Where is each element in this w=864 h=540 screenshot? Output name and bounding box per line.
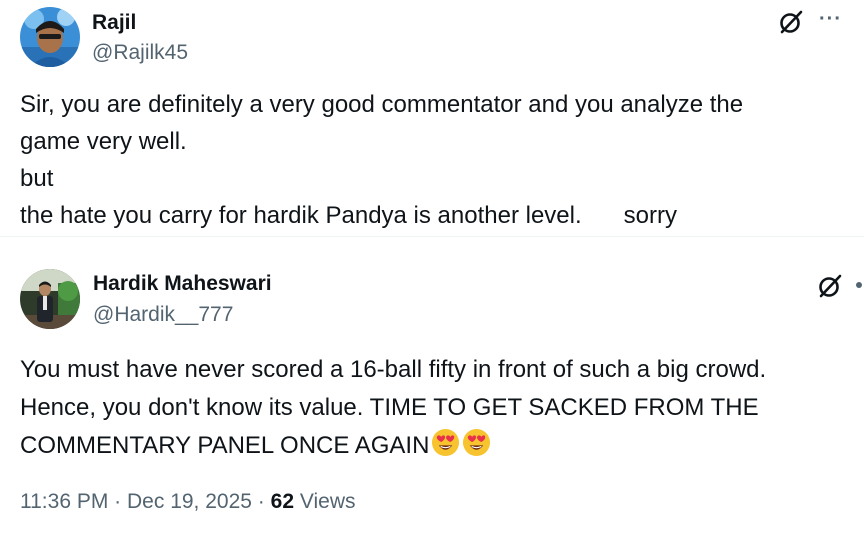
user-handle[interactable]: @Rajilk45 [92, 41, 188, 65]
views-count[interactable]: 62 [271, 490, 294, 513]
avatar-rajil-image [20, 7, 80, 67]
user-handle[interactable]: @Hardik__777 [93, 303, 233, 327]
tweet-text: Sir, you are definitely a very good comm… [20, 86, 743, 234]
tweet-meta: 11:36 PM · Dec 19, 2025 · 62 Views [20, 489, 355, 515]
grok-icon[interactable] [777, 8, 805, 36]
tweet-text-line: You must have never scored a 16-ball fif… [20, 356, 767, 383]
display-name[interactable]: Hardik Maheswari [93, 272, 272, 296]
views-label[interactable]: Views [300, 490, 356, 513]
tweet-text-line-with-emoji: COMMENTARY PANEL ONCE AGAIN [20, 427, 766, 465]
meta-separator: · [114, 490, 122, 513]
reply-thread: Rajil @Rajilk45 ··· Sir, you are definit… [0, 0, 864, 540]
tweet-text-line: Hence, you don't know its value. TIME TO… [20, 394, 759, 421]
tweet-rajil[interactable]: Rajil @Rajilk45 ··· Sir, you are definit… [0, 0, 864, 236]
tweet-text-segment: the hate you carry for hardik Pandya is … [20, 202, 582, 229]
tweet-text-line-with-trailing: the hate you carry for hardik Pandya is … [20, 197, 743, 234]
heart-eyes-emoji-icon [463, 428, 491, 457]
tweet-text-line: but [20, 165, 54, 192]
tweet-text: You must have never scored a 16-ball fif… [20, 351, 766, 465]
tweet-text-segment: COMMENTARY PANEL ONCE AGAIN [20, 432, 430, 459]
avatar[interactable] [20, 269, 80, 329]
meta-separator: · [257, 490, 265, 513]
heart-eyes-emoji-icon [432, 428, 460, 457]
avatar-hardik-image [20, 269, 80, 329]
tweet-hardik[interactable]: Hardik Maheswari @Hardik__777 You must h… [0, 236, 864, 540]
tweet-text-line: game very well. [20, 128, 187, 155]
tweet-time[interactable]: 11:36 PM [20, 490, 108, 513]
grok-icon[interactable] [816, 272, 844, 300]
tweet-text-line: Sir, you are definitely a very good comm… [20, 91, 744, 118]
tweet-date[interactable]: Dec 19, 2025 [127, 490, 252, 513]
more-icon-partial[interactable] [856, 282, 862, 288]
more-icon[interactable]: ··· [819, 9, 847, 30]
display-name[interactable]: Rajil [92, 11, 136, 35]
avatar[interactable] [20, 7, 80, 67]
tweet-text-trailing: sorry [623, 202, 677, 229]
